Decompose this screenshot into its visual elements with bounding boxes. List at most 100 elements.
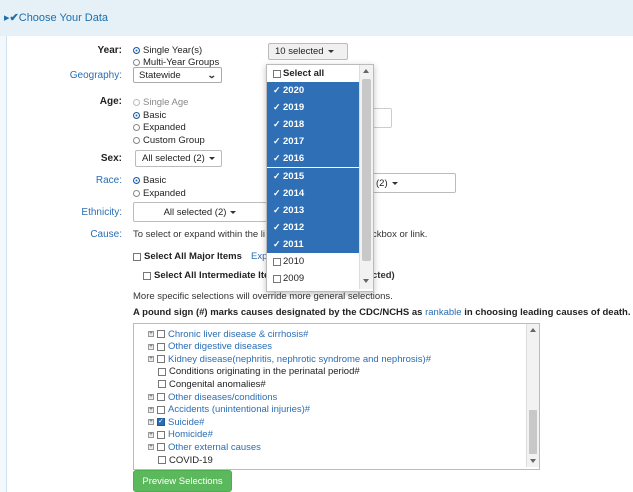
expand-plus-icon[interactable]: + xyxy=(148,419,154,426)
checkbox[interactable] xyxy=(157,342,165,351)
cause-item[interactable]: COVID-19 xyxy=(158,454,213,466)
cause-item-label[interactable]: Chronic liver disease & cirrhosis# xyxy=(168,329,308,340)
expand-plus-icon[interactable]: + xyxy=(148,444,154,451)
caret-down-icon xyxy=(391,181,398,185)
preview-selections-button[interactable]: Preview Selections xyxy=(133,470,232,492)
expand-plus-icon[interactable]: + xyxy=(148,406,154,413)
scroll-thumb[interactable] xyxy=(362,79,371,261)
section-title[interactable]: ▸✔Choose Your Data xyxy=(4,11,108,24)
checkbox[interactable] xyxy=(158,456,166,464)
year-dropdown-scrollbar[interactable] xyxy=(359,65,373,289)
expand-plus-icon[interactable]: + xyxy=(148,343,154,350)
race-label[interactable]: Race: xyxy=(12,175,122,186)
scroll-up-icon[interactable] xyxy=(530,328,536,332)
expand-plus-icon[interactable]: + xyxy=(148,431,154,438)
year-option-2018[interactable]: ✓ 2018 xyxy=(267,116,361,134)
year-option-label: 2016 xyxy=(283,153,305,165)
race-option-label: Basic xyxy=(143,175,167,186)
cause-item-label[interactable]: Kidney disease(nephritis, nephrotic synd… xyxy=(168,354,431,365)
year-option-2015[interactable]: ✓ 2015 xyxy=(267,167,361,185)
expand-plus-icon[interactable]: + xyxy=(148,394,154,400)
expand-plus-icon[interactable]: + xyxy=(148,356,154,363)
cause-item-label[interactable]: Homicide# xyxy=(168,429,213,440)
age-custom-radio[interactable]: Custom Group xyxy=(133,135,205,146)
race-expanded-radio[interactable]: Expanded xyxy=(133,188,186,199)
radio-dot xyxy=(133,177,140,184)
cause-item[interactable]: Congenital anomalies# xyxy=(158,378,266,390)
cause-item[interactable]: + Other digestive diseases xyxy=(148,341,272,353)
checkbox xyxy=(133,252,141,261)
cause-list[interactable]: + Chronic liver disease & cirrhosis# + Othe… xyxy=(133,323,540,470)
checkbox[interactable] xyxy=(157,430,165,439)
geography-label[interactable]: Geography: xyxy=(12,70,122,81)
select-all-option[interactable]: Select all xyxy=(267,65,361,82)
scroll-down-icon[interactable] xyxy=(363,279,369,283)
checkbox[interactable] xyxy=(157,405,165,414)
select-all-intermediate-label: Select All Intermediate Ite xyxy=(154,270,270,281)
cause-item[interactable]: + Homicide# xyxy=(148,429,213,441)
caret-down-icon xyxy=(230,210,237,214)
year-option-label: 2011 xyxy=(283,238,304,250)
geography-select[interactable]: Statewide ⌄ xyxy=(133,67,222,83)
year-option-2016[interactable]: ✓ 2016 xyxy=(267,150,361,168)
race-dropdown-button[interactable]: (2) xyxy=(372,173,456,193)
expand-plus-icon[interactable]: + xyxy=(148,331,154,337)
year-single-radio[interactable]: Single Year(s) xyxy=(133,45,202,56)
year-option-2014[interactable]: ✓ 2014 xyxy=(267,184,361,202)
cause-item[interactable]: + Accidents (unintentional injuries)# xyxy=(148,404,310,416)
section-header[interactable]: ▸✔Choose Your Data xyxy=(0,0,633,36)
scroll-thumb[interactable] xyxy=(529,410,537,454)
age-input-fragment[interactable] xyxy=(372,108,392,128)
cause-item[interactable]: + Other diseases/conditions xyxy=(148,391,277,403)
cause-instruction-end: ckbox or link. xyxy=(372,229,428,240)
ethnicity-label[interactable]: Ethnicity: xyxy=(12,207,122,218)
select-all-major-checkbox[interactable]: Select All Major Items xyxy=(133,251,242,262)
age-expanded-radio[interactable]: Expanded xyxy=(133,122,186,133)
cause-item-label[interactable]: Suicide# xyxy=(168,417,204,428)
year-option-2010[interactable]: 2010 xyxy=(267,253,361,270)
cause-item[interactable]: + Kidney disease(nephritis, nephrotic syn… xyxy=(148,353,431,365)
age-single-radio[interactable]: Single Age xyxy=(133,97,188,108)
year-option-2011[interactable]: ✓ 2011 xyxy=(267,235,361,253)
cause-item[interactable]: + Chronic liver disease & cirrhosis# xyxy=(148,328,308,340)
year-option-label: 2020 xyxy=(283,85,305,96)
cause-item[interactable]: + Suicide# xyxy=(148,416,204,428)
cause-item-label[interactable]: Other digestive diseases xyxy=(168,341,272,352)
age-basic-radio[interactable]: Basic xyxy=(133,110,166,121)
cause-item[interactable]: Conditions originating in the perinatal … xyxy=(158,366,360,378)
cause-item[interactable]: + Other external causes xyxy=(148,441,261,453)
radio-dot xyxy=(133,190,140,197)
expand-link[interactable]: Exp xyxy=(251,251,267,262)
scroll-up-icon[interactable] xyxy=(363,69,369,73)
cause-item-label[interactable]: Other diseases/conditions xyxy=(168,392,277,403)
rankable-note-end: in choosing leading causes of death. xyxy=(461,307,631,318)
year-option-2017[interactable]: ✓ 2017 xyxy=(267,133,361,151)
age-option-label: Basic xyxy=(143,110,167,121)
checkbox[interactable] xyxy=(157,443,165,452)
cause-item-label[interactable]: Other external causes xyxy=(168,442,261,453)
rankable-link[interactable]: rankable xyxy=(425,307,461,318)
year-option-2013[interactable]: ✓ 2013 xyxy=(267,201,361,219)
select-all-intermediate-checkbox[interactable]: Select All Intermediate Ite xyxy=(143,270,269,281)
sex-dropdown-button[interactable]: All selected (2) xyxy=(135,150,222,167)
race-basic-radio[interactable]: Basic xyxy=(133,175,166,186)
checkbox[interactable] xyxy=(158,367,166,376)
cause-item-label[interactable]: Accidents (unintentional injuries)# xyxy=(168,404,310,415)
ethnicity-dropdown-button[interactable]: All selected (2) xyxy=(133,202,267,222)
year-dropdown-menu[interactable]: Select all ✓ 2020 ✓ 2019 ✓ 2018 ✓ 2017 ✓ 2016 ✓ 201… xyxy=(266,64,374,292)
year-option-2012[interactable]: ✓ 2012 xyxy=(267,218,361,236)
override-note: More specific selections will override m… xyxy=(133,291,393,302)
checkbox[interactable] xyxy=(157,330,165,338)
cause-label[interactable]: Cause: xyxy=(12,229,122,240)
checkbox[interactable] xyxy=(158,380,166,389)
checkbox[interactable] xyxy=(157,417,165,427)
year-option-2020[interactable]: ✓ 2020 xyxy=(267,82,361,99)
cause-scrollbar[interactable] xyxy=(526,324,539,467)
year-option-2019[interactable]: ✓ 2019 xyxy=(267,99,361,117)
year-dropdown-button[interactable]: 10 selected xyxy=(268,43,348,60)
checkbox xyxy=(143,271,151,280)
scroll-down-icon[interactable] xyxy=(530,459,536,463)
checkbox[interactable] xyxy=(157,393,165,401)
checkbox[interactable] xyxy=(157,355,165,364)
year-option-2009[interactable]: 2009 xyxy=(267,270,361,287)
